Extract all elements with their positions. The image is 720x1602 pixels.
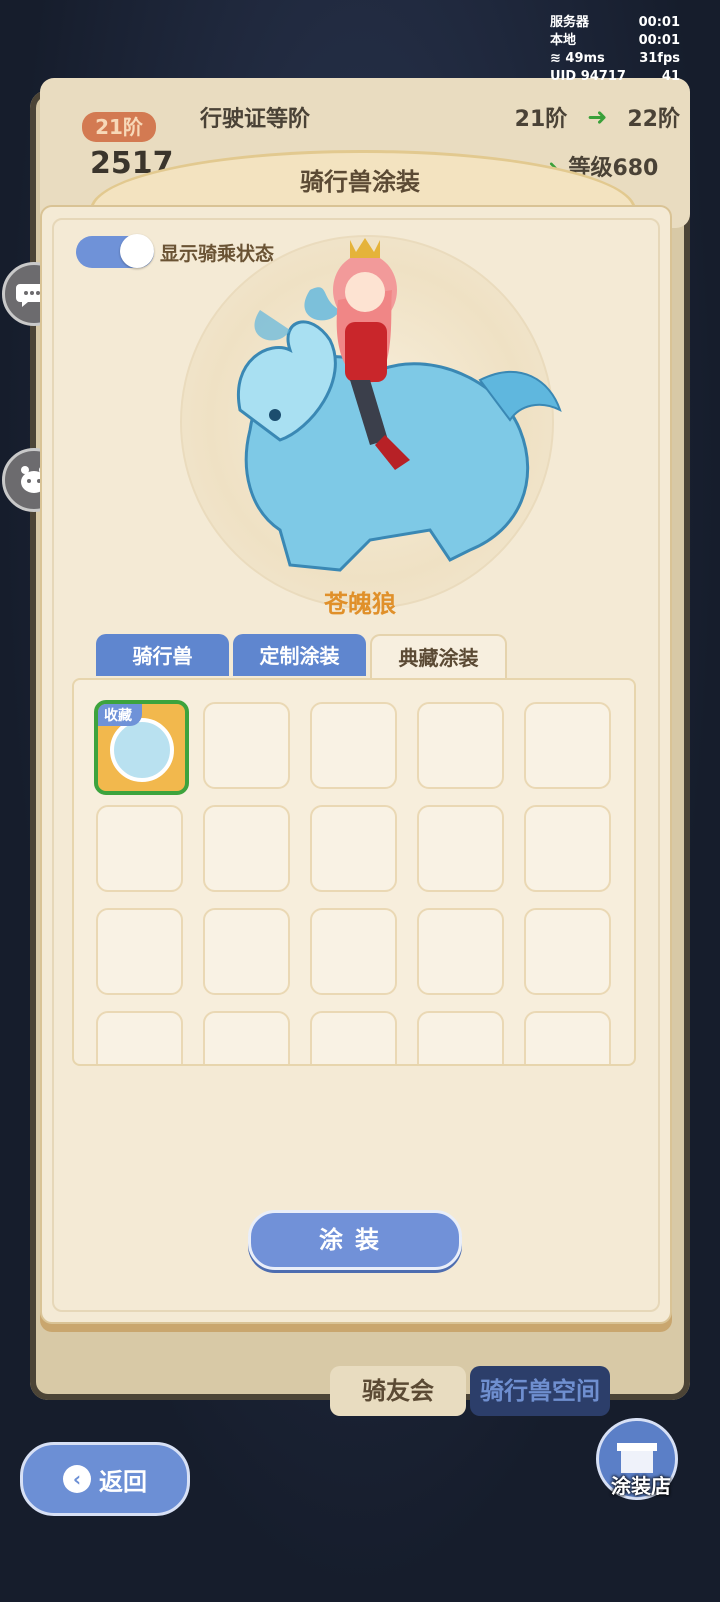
riding-state-toggle[interactable] <box>76 234 154 268</box>
license-label: 行驶证等阶 <box>200 107 311 132</box>
arrow-right-icon: ➜ <box>587 103 608 131</box>
skin-slot[interactable] <box>524 908 611 995</box>
skin-slot[interactable] <box>203 908 290 995</box>
skin-slot[interactable] <box>96 908 183 995</box>
chevron-left-icon: ‹ <box>63 1465 91 1493</box>
apply-skin-button[interactable]: 涂装 <box>248 1210 462 1270</box>
skin-slot[interactable] <box>417 908 504 995</box>
license-row: 行驶证等阶 21阶 ➜ 22阶 <box>200 92 680 142</box>
tab-collection-skins[interactable]: 典藏涂装 <box>370 634 507 678</box>
skin-slot[interactable] <box>310 1011 397 1064</box>
skin-slot[interactable] <box>203 1011 290 1064</box>
skin-slot[interactable] <box>524 702 611 789</box>
tab-rider-club[interactable]: 骑友会 <box>330 1366 466 1416</box>
skin-slot[interactable] <box>417 702 504 789</box>
local-label: 本地 <box>550 33 577 48</box>
mount-name: 苍魄狼 <box>324 590 396 618</box>
skin-slot[interactable] <box>96 805 183 892</box>
ice-wolf-thumbnail-icon <box>110 718 174 782</box>
ping-value: 49ms <box>565 51 605 66</box>
tab-mount-space[interactable]: 骑行兽空间 <box>470 1366 610 1416</box>
skin-slot[interactable] <box>417 1011 504 1064</box>
status-overlay: 服务器 00:01 本地 00:01 ≋ 49ms 31fps UID 94717 41 <box>550 14 680 86</box>
battery-icon: 41 <box>662 68 680 86</box>
battery-value: 41 <box>661 69 680 84</box>
uid-label: UID 94717 <box>550 69 626 84</box>
tab-mounts[interactable]: 骑行兽 <box>96 634 229 676</box>
skin-slot-selected[interactable]: 收藏 <box>94 700 189 795</box>
favorite-tag: 收藏 <box>98 704 142 726</box>
server-label: 服务器 <box>550 15 590 30</box>
tier-badge: 21阶 <box>82 112 156 142</box>
fps-value: 31fps <box>639 51 680 66</box>
tier-next: 22阶 <box>627 107 680 132</box>
toggle-knob <box>120 234 154 268</box>
skin-grid-container: 收藏 <box>72 678 636 1066</box>
server-time: 00:01 <box>638 15 680 30</box>
mount-preview[interactable] <box>220 230 570 590</box>
shop-label: 涂装店 <box>611 1474 671 1498</box>
wifi-icon: ≋ 49ms <box>550 51 605 66</box>
skin-slot[interactable] <box>96 1011 183 1064</box>
back-label: 返回 <box>99 1467 147 1496</box>
tier-current: 21阶 <box>514 107 568 132</box>
skin-slot[interactable] <box>310 908 397 995</box>
tab-custom-skins[interactable]: 定制涂装 <box>233 634 366 676</box>
skin-slot[interactable] <box>203 805 290 892</box>
skin-grid: 收藏 <box>94 700 611 1064</box>
local-time: 00:01 <box>638 33 680 48</box>
page-title: 骑行兽涂装 <box>300 168 420 196</box>
skin-slot[interactable] <box>524 1011 611 1064</box>
skin-slot[interactable] <box>524 805 611 892</box>
skin-slot[interactable] <box>310 702 397 789</box>
back-button[interactable]: ‹ 返回 <box>20 1442 190 1516</box>
skin-slot[interactable] <box>203 702 290 789</box>
skin-slot[interactable] <box>310 805 397 892</box>
skin-slot[interactable] <box>417 805 504 892</box>
skin-tabs: 骑行兽 定制涂装 典藏涂装 <box>96 634 507 678</box>
